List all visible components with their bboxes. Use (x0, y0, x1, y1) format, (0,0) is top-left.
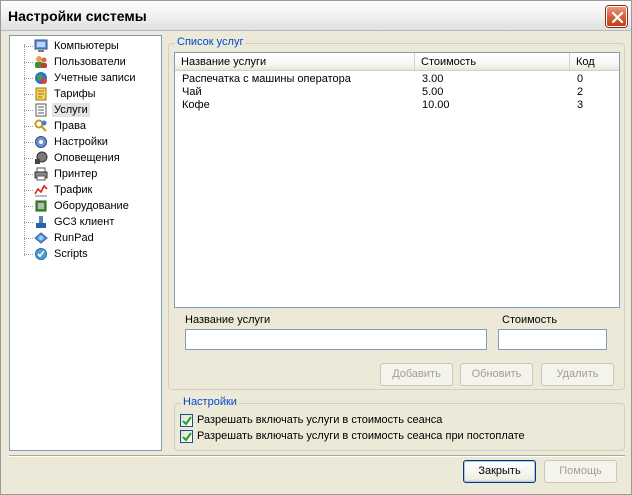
service-name-input[interactable] (185, 329, 487, 350)
services-list[interactable]: Название услуги Стоимость Код Распечатка… (174, 52, 620, 308)
tree-item-users[interactable]: Пользователи (10, 54, 160, 70)
services-icon (35, 103, 47, 117)
tree-item-hardware[interactable]: Оборудование (10, 198, 160, 214)
cell-code: 0 (577, 73, 584, 85)
cell-cost: 3.00 (422, 73, 444, 85)
close-button[interactable]: Закрыть (463, 460, 536, 483)
delete-service-button[interactable]: Удалить (541, 363, 614, 386)
cell-cost: 10.00 (422, 99, 450, 111)
hardware-icon (35, 200, 47, 212)
tree-item-rights[interactable]: Права (10, 118, 160, 134)
help-button[interactable]: Помощь (544, 460, 617, 483)
settings-group-title: Настройки (181, 396, 239, 408)
include-services-label: Разрешать включать услуги в стоимость се… (197, 414, 443, 426)
table-row[interactable]: Распечатка с машины оператора 3.00 0 (175, 73, 619, 86)
cell-name: Чай (182, 86, 202, 98)
settings-group: Настройки (174, 396, 625, 451)
add-service-button[interactable]: Добавить (380, 363, 453, 386)
column-header-code[interactable]: Код (570, 53, 619, 71)
service-name-label: Название услуги (185, 314, 271, 326)
tree-item-accounts[interactable]: Учетные записи (10, 70, 160, 86)
close-window-button[interactable] (606, 6, 627, 27)
close-icon (611, 11, 624, 24)
cell-name: Кофе (182, 99, 210, 111)
settings-window: Настройки системы Компьютеры Пользовател… (0, 0, 632, 495)
column-header-cost[interactable]: Стоимость (415, 53, 570, 71)
include-services-postpay-checkbox[interactable] (180, 430, 193, 443)
tree-item-runpad[interactable]: RunPad (10, 230, 160, 246)
table-row[interactable]: Кофе 10.00 3 (175, 99, 619, 112)
users-icon (35, 56, 47, 68)
cell-code: 2 (577, 86, 584, 98)
notifications-icon (35, 151, 48, 164)
title-bar[interactable]: Настройки системы (1, 1, 631, 31)
services-group-title: Список услуг (175, 36, 246, 48)
service-cost-label: Стоимость (502, 314, 558, 326)
tree-item-notifications[interactable]: Оповещения (10, 150, 160, 166)
checkmark-icon (182, 416, 192, 426)
tariffs-icon (35, 87, 47, 101)
checkmark-icon (182, 432, 192, 442)
update-service-button[interactable]: Обновить (460, 363, 533, 386)
settings-tree[interactable]: Компьютеры Пользователи Учетные записи Т… (9, 35, 162, 451)
printer-icon (34, 167, 48, 181)
include-services-postpay-label: Разрешать включать услуги в стоимость се… (197, 430, 525, 442)
tree-item-traffic[interactable]: Трафик (10, 182, 160, 198)
tree-item-tariffs[interactable]: Тарифы (10, 86, 160, 102)
tree-item-printer[interactable]: Принтер (10, 166, 160, 182)
window-title: Настройки системы (8, 8, 147, 24)
include-services-checkbox[interactable] (180, 414, 193, 427)
footer-separator (9, 455, 625, 457)
tree-item-computers[interactable]: Компьютеры (10, 38, 160, 54)
scripts-icon (35, 248, 47, 260)
cell-code: 3 (577, 99, 584, 111)
rights-icon (34, 119, 47, 132)
settings-icon (35, 136, 47, 148)
computers-icon (34, 39, 48, 52)
tree-item-scripts[interactable]: Scripts (10, 246, 160, 262)
table-row[interactable]: Чай 5.00 2 (175, 86, 619, 99)
tree-item-gc3-client[interactable]: GC3 клиент (10, 214, 160, 230)
accounts-icon (35, 72, 47, 84)
runpad-icon (34, 232, 48, 244)
traffic-icon (34, 184, 48, 197)
service-cost-input[interactable] (498, 329, 607, 350)
tree-item-services[interactable]: Услуги (10, 102, 160, 118)
list-header: Название услуги Стоимость Код (175, 53, 619, 71)
column-header-name[interactable]: Название услуги (175, 53, 415, 71)
gc3-client-icon (36, 216, 46, 228)
cell-cost: 5.00 (422, 86, 444, 98)
cell-name: Распечатка с машины оператора (182, 73, 351, 85)
tree-item-settings[interactable]: Настройки (10, 134, 160, 150)
